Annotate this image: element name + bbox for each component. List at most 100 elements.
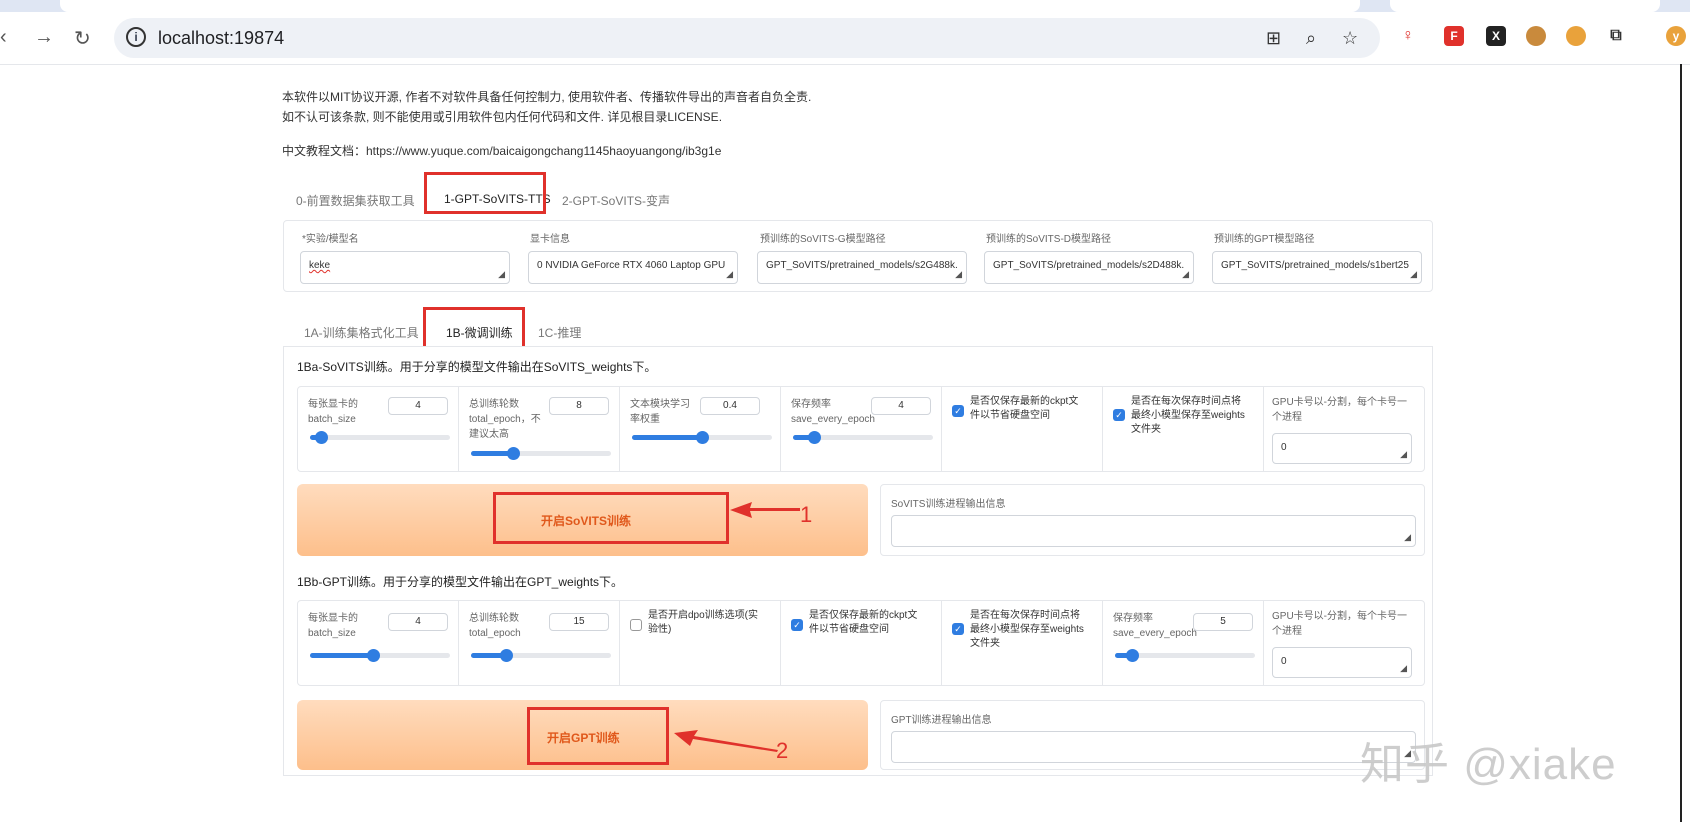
sovits-g-label: 预训练的SoVITS-G模型路径	[760, 234, 886, 245]
tab-inference[interactable]: 1C-推理	[538, 324, 581, 341]
gpt-section-title: 1Bb-GPT训练。用于分享的模型文件输出在GPT_weights下。	[297, 575, 624, 589]
exp-name-value: keke	[309, 260, 331, 271]
doc-link[interactable]: 中文教程文档：https://www.yuque.com/baicaigongc…	[282, 142, 721, 159]
annotation-box	[423, 307, 525, 351]
reload-icon[interactable]: ↻	[74, 26, 91, 51]
gpu-ids-input[interactable]: 0 ◢	[1272, 647, 1412, 678]
save-every-epoch-slider[interactable]	[1115, 649, 1255, 662]
save-small-model-checkbox[interactable]: ✓	[1113, 409, 1125, 421]
annotation-number: 2	[776, 738, 789, 763]
extension-icon[interactable]	[1566, 26, 1586, 46]
save-latest-checkbox[interactable]: ✓	[952, 405, 964, 417]
url-text[interactable]: localhost:19874	[158, 28, 284, 49]
gpt-output-panel: GPT训练进程输出信息 ◢	[880, 700, 1425, 770]
extensions-puzzle-icon[interactable]: ⧉	[1606, 26, 1626, 46]
text-lr-slider[interactable]	[632, 431, 772, 444]
gpt-params-row: 每张显卡的 batch_size 4 总训练轮数 total_epoch 15 是否…	[297, 600, 1425, 686]
save-freq-label: 保存频率 save_every_epoch	[1113, 613, 1197, 639]
gpt-output-label: GPT训练进程输出信息	[891, 715, 992, 726]
exp-name-input[interactable]: keke ◢	[300, 251, 510, 284]
address-bar[interactable]: i localhost:19874 ⊞ ⌕ ☆	[114, 18, 1380, 58]
sovits-output-box[interactable]: ◢	[891, 515, 1416, 547]
dpo-label: 是否开启dpo训练选项(实 验性)	[648, 610, 759, 635]
save-latest-label: 是否仅保存最新的ckpt文 件以节省硬盘空间	[809, 610, 918, 635]
sovits-d-input[interactable]: GPT_SoVITS/pretrained_models/s2D488k. ◢	[984, 251, 1194, 284]
annotation-box	[424, 172, 546, 214]
extension-fe-icon[interactable]: F	[1444, 26, 1464, 46]
license-notice-line2: 如不认可该条款, 则不能使用或引用软件包内任何代码和文件. 详见根目录LICEN…	[282, 110, 723, 124]
batch-size-input[interactable]: 4	[388, 397, 448, 415]
bookmark-star-icon[interactable]: ☆	[1342, 28, 1358, 49]
gpu-info-label: 显卡信息	[530, 234, 570, 245]
sovits-section-title: 1Ba-SoVITS训练。用于分享的模型文件输出在SoVITS_weights下…	[297, 360, 657, 374]
save-every-epoch-slider[interactable]	[793, 431, 933, 444]
annotation-arrow-icon	[674, 730, 778, 752]
browser-tab[interactable]	[1390, 0, 1660, 12]
param-cell: ✓ 是否在每次保存时间点将 最终小模型保存至weights 文件夹	[1103, 387, 1264, 471]
extension-x-icon[interactable]: X	[1486, 26, 1506, 46]
save-small-model-label: 是否在每次保存时间点将 最终小模型保存至weights 文件夹	[970, 610, 1084, 649]
sovits-params-row: 每张显卡的 batch_size 4 总训练轮数 total_epoch，不 建议太高…	[297, 386, 1425, 472]
browser-toolbar: ‹ → ↻ i localhost:19874 ⊞ ⌕ ☆ ♀ F X ⧉ y	[0, 12, 1690, 65]
total-epoch-input[interactable]: 8	[549, 397, 609, 415]
exp-name-label: *实验/模型名	[302, 234, 359, 245]
total-epoch-slider[interactable]	[471, 447, 611, 460]
param-cell: 每张显卡的 batch_size 4	[298, 387, 459, 471]
batch-size-slider[interactable]	[310, 431, 450, 444]
gpu-ids-value: 0	[1281, 656, 1287, 667]
resize-handle-icon[interactable]: ◢	[1410, 269, 1417, 280]
save-latest-checkbox[interactable]: ✓	[791, 619, 803, 631]
batch-label: 每张显卡的 batch_size	[308, 613, 358, 639]
sovits-g-input[interactable]: GPT_SoVITS/pretrained_models/s2G488k. ◢	[757, 251, 967, 284]
gpu-ids-label: GPU卡号以-分割，每个卡号一 个进程	[1272, 397, 1407, 423]
epoch-label: 总训练轮数 total_epoch，不 建议太高	[469, 399, 541, 440]
param-cell: ✓ 是否仅保存最新的ckpt文 件以节省硬盘空间	[781, 601, 942, 685]
zoom-icon[interactable]: ⌕	[1306, 28, 1316, 49]
sovits-d-label: 预训练的SoVITS-D模型路径	[986, 234, 1112, 245]
batch-size-slider[interactable]	[310, 649, 450, 662]
param-cell: ✓ 是否在每次保存时间点将 最终小模型保存至weights 文件夹	[942, 601, 1103, 685]
gpu-info-input[interactable]: 0 NVIDIA GeForce RTX 4060 Laptop GPU ◢	[528, 251, 738, 284]
window-edge	[1680, 64, 1682, 822]
resize-handle-icon[interactable]: ◢	[955, 269, 962, 280]
param-cell: 总训练轮数 total_epoch，不 建议太高 8	[459, 387, 620, 471]
save-every-epoch-input[interactable]: 5	[1193, 613, 1253, 631]
param-cell: GPU卡号以-分割，每个卡号一 个进程 0 ◢	[1264, 387, 1426, 471]
gpt-path-value: GPT_SoVITS/pretrained_models/s1bert25	[1221, 260, 1409, 271]
tab-data-tools[interactable]: 0-前置数据集获取工具	[296, 192, 415, 209]
resize-handle-icon[interactable]: ◢	[1182, 269, 1189, 280]
tab-dataset-format[interactable]: 1A-训练集格式化工具	[304, 324, 419, 341]
param-cell: 文本模块学习 率权重 0.4	[620, 387, 781, 471]
cookie-icon[interactable]	[1526, 26, 1546, 46]
annotation-box	[527, 707, 669, 765]
resize-handle-icon[interactable]: ◢	[1400, 449, 1407, 460]
gpu-ids-label: GPU卡号以-分割，每个卡号一 个进程	[1272, 611, 1407, 637]
forward-icon[interactable]: →	[34, 26, 54, 49]
param-cell: GPU卡号以-分割，每个卡号一 个进程 0 ◢	[1264, 601, 1426, 685]
epoch-label: 总训练轮数 total_epoch	[469, 613, 521, 639]
batch-size-input[interactable]: 4	[388, 613, 448, 631]
resize-handle-icon[interactable]: ◢	[1404, 532, 1411, 543]
tab-voice-change[interactable]: 2-GPT-SoVITS-变声	[562, 192, 670, 209]
resize-handle-icon[interactable]: ◢	[1400, 663, 1407, 674]
text-lr-input[interactable]: 0.4	[700, 397, 760, 415]
save-freq-label: 保存频率 save_every_epoch	[791, 399, 875, 425]
browser-tab[interactable]	[60, 0, 1360, 12]
resize-handle-icon[interactable]: ◢	[726, 269, 733, 280]
extension-icon[interactable]: ♀	[1398, 26, 1418, 46]
gpt-path-input[interactable]: GPT_SoVITS/pretrained_models/s1bert25 ◢	[1212, 251, 1422, 284]
site-info-icon[interactable]: i	[126, 27, 146, 47]
save-every-epoch-input[interactable]: 4	[871, 397, 931, 415]
profile-avatar[interactable]: y	[1666, 26, 1686, 46]
batch-label: 每张显卡的 batch_size	[308, 399, 358, 425]
translate-icon[interactable]: ⊞	[1266, 28, 1281, 49]
resize-handle-icon[interactable]: ◢	[498, 269, 505, 280]
back-icon[interactable]: ‹	[0, 26, 7, 49]
save-small-model-checkbox[interactable]: ✓	[952, 623, 964, 635]
dpo-checkbox[interactable]	[630, 619, 642, 631]
total-epoch-slider[interactable]	[471, 649, 611, 662]
gpt-output-box[interactable]: ◢	[891, 731, 1416, 763]
total-epoch-input[interactable]: 15	[549, 613, 609, 631]
tab-strip	[0, 0, 1690, 12]
gpu-ids-input[interactable]: 0 ◢	[1272, 433, 1412, 464]
